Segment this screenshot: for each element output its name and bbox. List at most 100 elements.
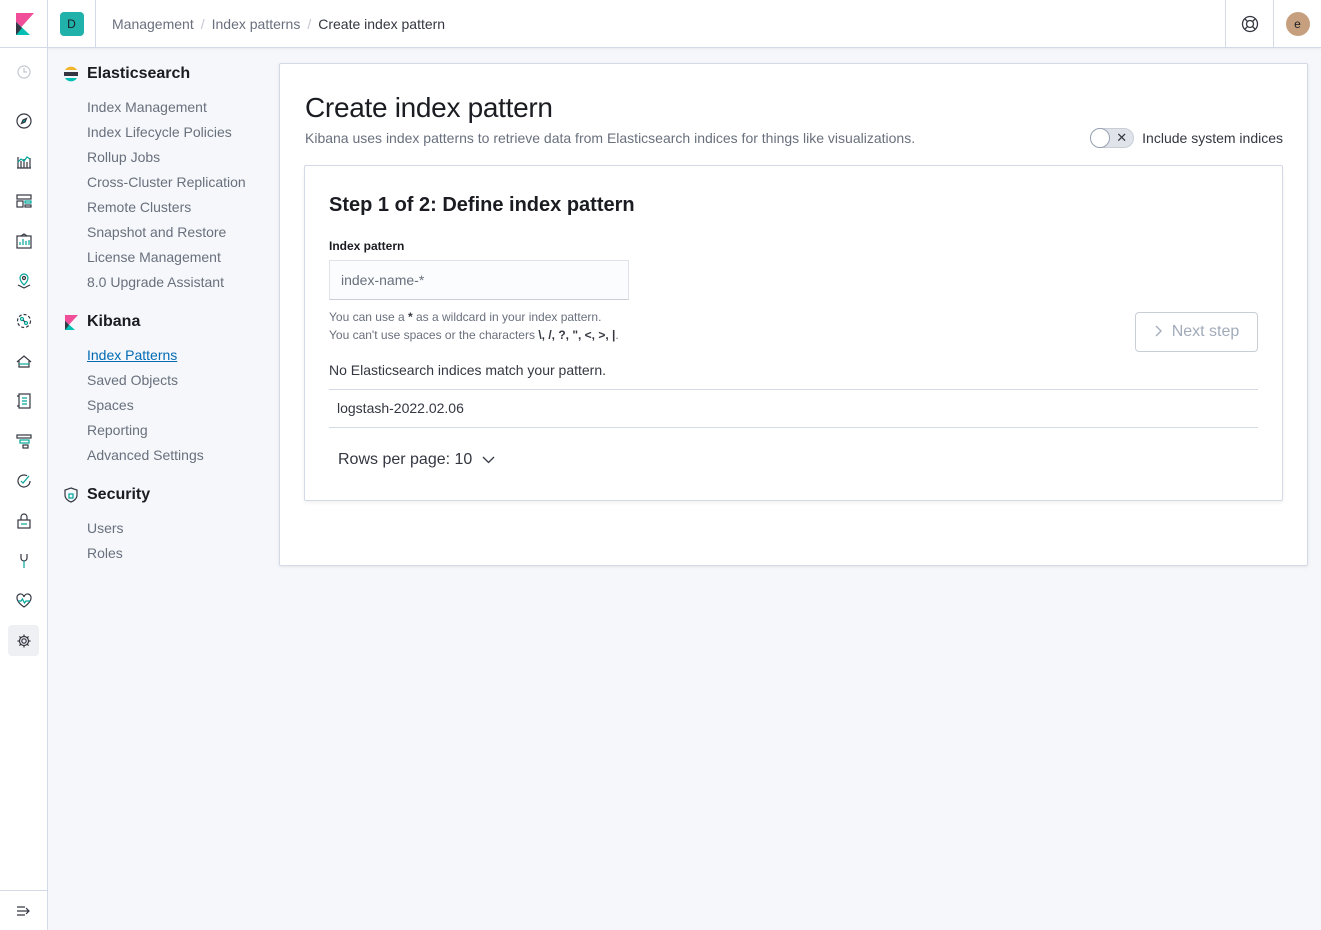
canvas-button[interactable]: [8, 225, 39, 256]
nav-advanced-settings[interactable]: Advanced Settings: [87, 447, 204, 463]
nav-index-patterns[interactable]: Index Patterns: [87, 347, 177, 363]
avatar: e: [1285, 12, 1310, 36]
uptime-icon: [16, 473, 31, 488]
dock-icon: [17, 905, 30, 916]
dashboard-icon: [15, 193, 32, 208]
cross-icon: ✕: [1116, 130, 1128, 145]
nav-remote-clusters[interactable]: Remote Clusters: [87, 199, 191, 215]
nav-rollup-jobs[interactable]: Rollup Jobs: [87, 149, 160, 165]
section-kibana: Kibana: [63, 313, 140, 331]
nav-roles[interactable]: Roles: [87, 545, 123, 561]
ml-button[interactable]: [8, 305, 39, 336]
table-divider: [329, 389, 1258, 390]
clock-icon: [16, 64, 31, 79]
create-index-pattern-panel: Create index pattern Kibana uses index p…: [279, 63, 1308, 566]
index-list-item: logstash-2022.02.06: [337, 400, 464, 416]
shield-icon: [64, 487, 78, 503]
ml-icon: [16, 313, 31, 328]
apm-button[interactable]: [8, 425, 39, 456]
nav-license-management[interactable]: License Management: [87, 249, 221, 265]
lifebuoy-icon: [1241, 15, 1258, 33]
management-button[interactable]: [8, 625, 39, 656]
index-pattern-label: Index pattern: [329, 239, 405, 253]
kibana-logo-button[interactable]: [0, 0, 48, 48]
discover-button[interactable]: [8, 105, 39, 136]
kibana-logo-icon: [15, 12, 34, 35]
siem-icon: [16, 512, 31, 529]
nav-index-lifecycle-policies[interactable]: Index Lifecycle Policies: [87, 124, 232, 140]
breadcrumb: Management / Index patterns / Create ind…: [112, 0, 445, 48]
define-pattern-card: Step 1 of 2: Define index pattern Index …: [304, 165, 1283, 501]
wildcard-help-text: You can use a * as a wildcard in your in…: [329, 310, 601, 324]
nav-spaces[interactable]: Spaces: [87, 397, 134, 413]
nav-cross-cluster-replication[interactable]: Cross-Cluster Replication: [87, 174, 246, 190]
breadcrumb-management[interactable]: Management: [112, 16, 194, 32]
rows-per-page-label: Rows per page: 10: [338, 451, 473, 468]
infrastructure-button[interactable]: [8, 345, 39, 376]
help-text: .: [615, 328, 619, 342]
devtools-icon: [19, 553, 28, 568]
nav-reporting[interactable]: Reporting: [87, 422, 148, 438]
maps-icon: [17, 272, 30, 289]
dashboard-button[interactable]: [8, 185, 39, 216]
siem-button[interactable]: [8, 505, 39, 536]
devtools-button[interactable]: [8, 545, 39, 576]
visualize-icon: [16, 155, 31, 169]
nav-users[interactable]: Users: [87, 520, 124, 536]
nav-snapshot-and-restore[interactable]: Snapshot and Restore: [87, 224, 226, 240]
help-text: You can't use spaces or the characters: [329, 328, 539, 342]
chevron-right-icon: [1154, 324, 1162, 340]
section-elasticsearch: Elasticsearch: [63, 65, 190, 83]
help-button[interactable]: [1225, 0, 1273, 48]
infrastructure-icon: [16, 354, 31, 368]
toggle-switch[interactable]: ✕: [1090, 128, 1135, 148]
space-selector[interactable]: D: [48, 0, 96, 48]
elasticsearch-logo-icon: [64, 66, 78, 82]
uptime-button[interactable]: [8, 465, 39, 496]
toggle-label: Include system indices: [1142, 130, 1283, 146]
toggle-knob: [1090, 128, 1111, 148]
recently-viewed-button[interactable]: [8, 56, 39, 87]
breadcrumb-separator: /: [307, 15, 312, 32]
section-security: Security: [63, 486, 150, 504]
table-divider: [329, 427, 1258, 428]
chars-help-text: You can't use spaces or the characters \…: [329, 328, 619, 342]
section-title-text: Elasticsearch: [87, 65, 191, 82]
maps-button[interactable]: [8, 265, 39, 296]
nav-upgrade-assistant[interactable]: 8.0 Upgrade Assistant: [87, 274, 224, 290]
next-step-button[interactable]: Next step: [1135, 312, 1258, 352]
rows-per-page-button[interactable]: Rows per page: 10: [338, 451, 495, 469]
nav-saved-objects[interactable]: Saved Objects: [87, 372, 178, 388]
nav-rail: [0, 48, 48, 930]
page-description: Kibana uses index patterns to retrieve d…: [305, 130, 916, 146]
help-text: as a wildcard in your index pattern.: [412, 310, 602, 324]
section-title-text: Security: [87, 486, 151, 503]
kibana-logo-icon: [65, 315, 78, 330]
next-step-label: Next step: [1171, 323, 1240, 340]
no-match-message: No Elasticsearch indices match your patt…: [329, 362, 607, 378]
help-text: You can use a: [329, 310, 408, 324]
page-title: Create index pattern: [305, 92, 553, 123]
include-system-indices-toggle[interactable]: ✕ Include system indices: [1090, 128, 1283, 148]
chevron-down-icon: [482, 451, 495, 469]
canvas-icon: [15, 232, 32, 249]
monitoring-icon: [15, 592, 32, 608]
index-pattern-input[interactable]: [329, 260, 629, 300]
top-header: D Management / Index patterns / Create i…: [0, 0, 1321, 48]
help-forbidden-chars: \, /, ?, ", <, >, |: [538, 328, 616, 342]
nav-index-management[interactable]: Index Management: [87, 99, 207, 115]
breadcrumb-current: Create index pattern: [318, 15, 446, 32]
dock-nav-button[interactable]: [0, 890, 48, 930]
user-menu-button[interactable]: e: [1273, 0, 1321, 48]
compass-icon: [15, 112, 32, 129]
visualize-button[interactable]: [8, 145, 39, 176]
section-title-text: Kibana: [87, 313, 141, 330]
gear-icon: [17, 634, 30, 647]
step-title: Step 1 of 2: Define index pattern: [329, 194, 635, 216]
space-avatar: D: [59, 11, 84, 36]
monitoring-button[interactable]: [8, 585, 39, 616]
breadcrumb-index-patterns[interactable]: Index patterns: [212, 16, 301, 32]
logs-icon: [16, 392, 31, 409]
apm-icon: [15, 433, 32, 449]
logs-button[interactable]: [8, 385, 39, 416]
